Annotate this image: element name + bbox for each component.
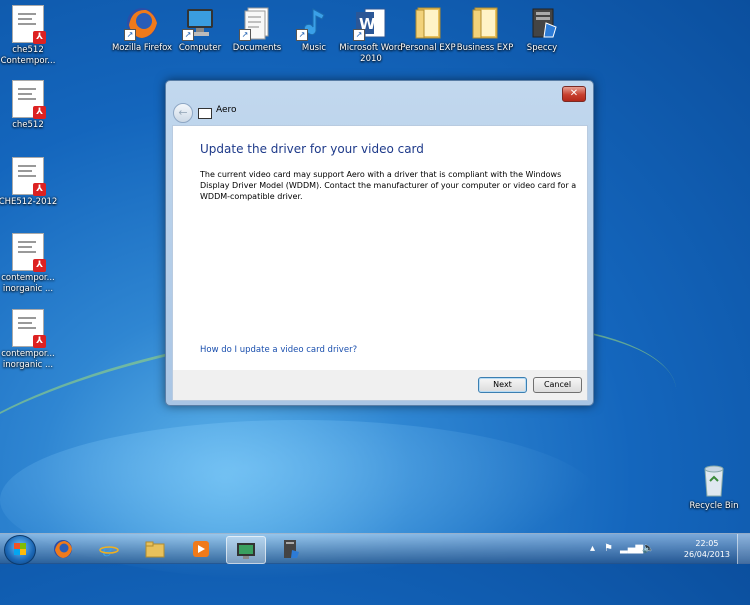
taskbar: e ▴ ⚑ ▂▄▆ 🔈 22:05 26/04/2013 [0,533,750,565]
explorer-icon [145,541,165,558]
desktop-icon-label: che512 [12,120,44,130]
pdf-file-icon: ⅄ [12,80,46,119]
desktop-icon-word[interactable]: W ↗ Microsoft Word 2010 [339,5,403,65]
back-button[interactable]: ← [173,103,193,123]
internet-explorer-icon: e [99,540,119,559]
svg-text:e: e [102,540,113,559]
desktop-icon-label: Business EXP [456,43,514,53]
desktop-icon-label: Music [301,43,327,53]
dialog-title: Aero [216,105,237,115]
windows-logo-icon [14,543,26,555]
chevron-up-icon[interactable]: ▴ [590,543,595,554]
dialog-content: Update the driver for your video card Th… [172,125,588,371]
speccy-icon [524,5,560,41]
desktop-icon-speccy[interactable]: Speccy [510,5,574,54]
firefox-icon [54,540,72,558]
taskbar-speccy[interactable] [271,536,309,562]
desktop-icon-pdf-2[interactable]: ⅄ che512 [0,80,60,131]
desktop-icon-label: che512 Contempor... [0,45,56,66]
music-icon: ↗ [296,5,332,41]
clock-time: 22:05 [695,539,719,548]
folder-icon [410,5,446,41]
word-icon: W ↗ [353,5,389,41]
next-button[interactable]: Next [478,377,527,393]
desktop-icon-label: Personal EXP [400,43,456,53]
display-icon [237,543,255,559]
dialog-body-text: The current video card may support Aero … [200,170,577,201]
desktop-icon-label: Recycle Bin [689,501,739,511]
help-link[interactable]: How do I update a video card driver? [200,345,357,355]
desktop-icon-recycle-bin[interactable]: Recycle Bin [682,463,746,512]
start-button[interactable] [4,535,36,565]
desktop-icon-label: Microsoft Word 2010 [339,43,403,64]
desktop-icon-pdf-4[interactable]: ⅄ contempor... inorganic ... [0,233,60,295]
folder-icon [467,5,503,41]
firefox-icon: ↗ [124,5,160,41]
pdf-file-icon: ⅄ [12,233,46,272]
taskbar-explorer[interactable] [136,536,174,562]
clock[interactable]: 22:05 26/04/2013 [684,538,730,560]
desktop-icon-pdf-3[interactable]: ⅄ CHE512-2012 [0,157,60,208]
desktop-icon-documents[interactable]: ↗ Documents [225,5,289,54]
pdf-file-icon: ⅄ [12,309,46,348]
aero-dialog: ✕ ← Aero Update the driver for your vide… [165,80,594,406]
speccy-icon [284,540,299,558]
documents-icon: ↗ [239,5,275,41]
recycle-bin-icon [696,463,732,499]
dialog-heading: Update the driver for your video card [200,142,424,156]
dialog-footer: Next Cancel [172,370,588,401]
clock-date: 26/04/2013 [683,550,730,559]
pdf-file-icon: ⅄ [12,157,46,196]
desktop-icon-label: Mozilla Firefox [111,43,173,53]
desktop-icon-pdf-1[interactable]: ⅄ che512 Contempor... [0,5,60,67]
taskbar-display[interactable] [226,536,266,564]
desktop-icon-computer[interactable]: ↗ Computer [168,5,232,54]
volume-icon[interactable]: 🔈 [642,543,654,554]
cancel-button[interactable]: Cancel [533,377,582,393]
desktop-icon-label: CHE512-2012 [0,197,58,207]
desktop-icon-label: Speccy [526,43,558,53]
close-button[interactable]: ✕ [562,86,586,102]
desktop-icon-label: contempor... inorganic ... [1,273,55,294]
media-player-icon [193,541,209,557]
network-icon[interactable]: ▂▄▆ [620,543,643,554]
dialog-titlebar[interactable]: ✕ ← Aero [166,81,593,125]
desktop-icon-label: Computer [178,43,222,53]
computer-icon: ↗ [182,5,218,41]
show-desktop-button[interactable] [737,534,750,564]
desktop-icon-business-exp[interactable]: Business EXP [453,5,517,54]
taskbar-firefox[interactable] [44,536,82,562]
pdf-file-icon: ⅄ [12,5,46,44]
taskbar-media-player[interactable] [182,536,220,562]
desktop-icon-pdf-5[interactable]: ⅄ contempor... inorganic ... [0,309,60,371]
desktop-icon-music[interactable]: ↗ Music [282,5,346,54]
desktop-icon-label: Documents [232,43,282,53]
taskbar-internet-explorer[interactable]: e [90,536,128,562]
display-icon [198,108,212,119]
desktop-icon-personal-exp[interactable]: Personal EXP [396,5,460,54]
desktop-icon-label: contempor... inorganic ... [1,349,55,370]
flag-icon[interactable]: ⚑ [604,543,613,554]
desktop-icon-firefox[interactable]: ↗ Mozilla Firefox [110,5,174,54]
